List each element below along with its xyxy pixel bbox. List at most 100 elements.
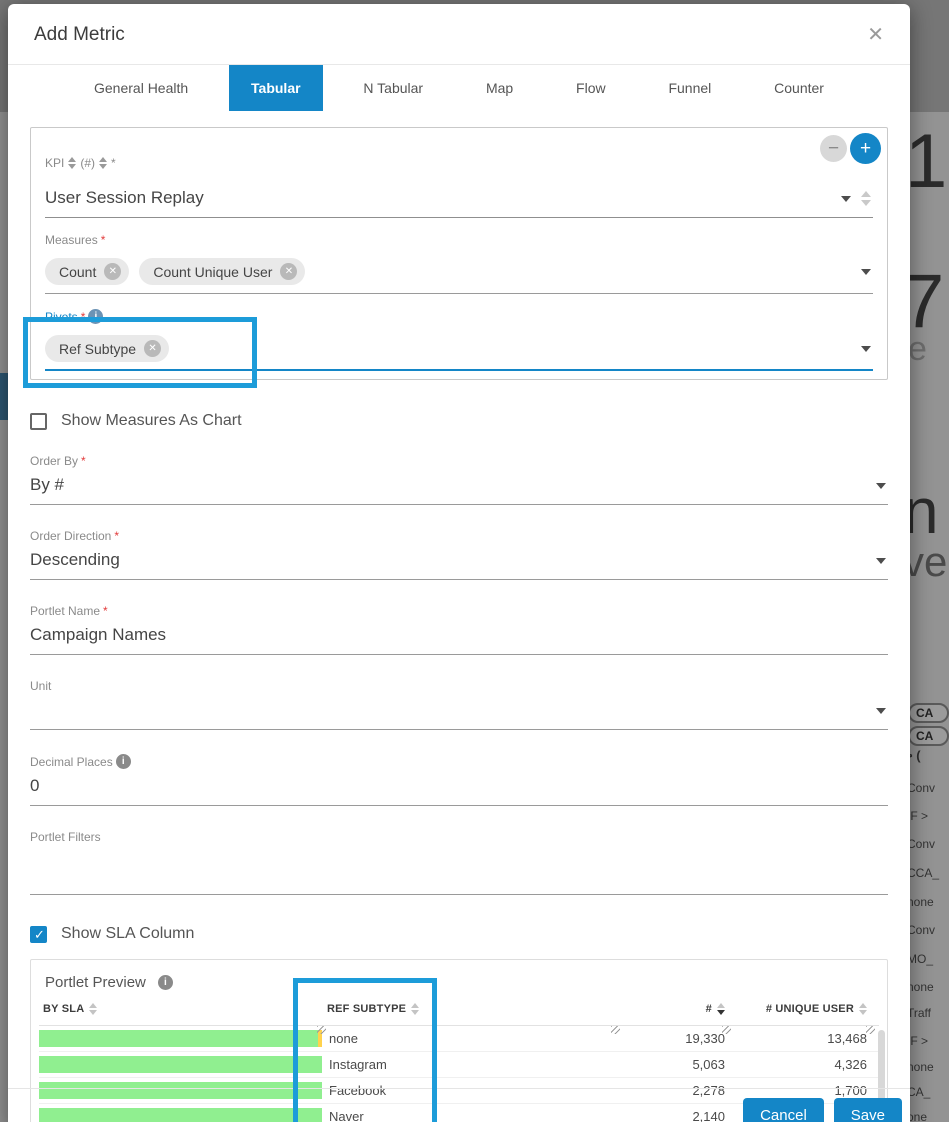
- order-by-select[interactable]: By #: [30, 468, 888, 505]
- backdrop-row-fragment: CCA_: [907, 866, 939, 880]
- column-resize-handle[interactable]: [611, 1026, 620, 1034]
- number-spinner-icon[interactable]: [861, 191, 871, 206]
- chevron-down-icon[interactable]: [861, 346, 871, 352]
- kpi-selected-value: User Session Replay: [45, 188, 204, 209]
- count-cell: 19,330: [617, 1031, 737, 1046]
- decimal-places-input[interactable]: 0: [30, 769, 888, 806]
- order-direction-field: Order Direction* Descending: [30, 529, 888, 580]
- column-header-ref-subtype[interactable]: REF SUBTYPE: [323, 1003, 617, 1015]
- preview-table-header: BY SLA REF SUBTYPE # # UNIQUE USER: [39, 1003, 879, 1026]
- backdrop-row-fragment: Conv: [907, 837, 935, 851]
- info-icon[interactable]: [88, 309, 103, 324]
- chevron-down-icon[interactable]: [876, 483, 886, 489]
- tab-n-tabular[interactable]: N Tabular: [341, 65, 445, 111]
- measures-select[interactable]: Count Count Unique User: [45, 252, 873, 294]
- column-header-by-sla[interactable]: BY SLA: [39, 1003, 323, 1015]
- sort-icon[interactable]: [89, 1003, 97, 1015]
- sort-icon[interactable]: [859, 1003, 867, 1015]
- add-kpi-button[interactable]: +: [850, 133, 881, 164]
- tab-map[interactable]: Map: [464, 65, 535, 111]
- sla-bar: [39, 1056, 322, 1073]
- close-icon[interactable]: ✕: [867, 25, 884, 45]
- kpi-select[interactable]: User Session Replay: [45, 182, 873, 218]
- pivot-chip: Ref Subtype: [45, 335, 169, 362]
- backdrop-row-fragment: none: [907, 980, 934, 994]
- kpi-label: KPI (#) *: [45, 156, 873, 170]
- pivots-label: Pivots *: [45, 309, 873, 324]
- remove-kpi-button[interactable]: −: [820, 135, 847, 162]
- chevron-down-icon[interactable]: [876, 558, 886, 564]
- backdrop-row-fragment: CA_: [907, 1085, 930, 1099]
- backdrop-row-fragment: none: [907, 1060, 934, 1074]
- table-row[interactable]: none 19,330 13,468: [39, 1026, 879, 1052]
- backdrop-row-fragment: Conv: [907, 781, 935, 795]
- tab-bar: General Health Tabular N Tabular Map Flo…: [8, 65, 910, 111]
- chip-remove-icon[interactable]: [280, 263, 297, 280]
- info-icon[interactable]: [116, 754, 131, 769]
- backdrop-row-fragment: none: [907, 895, 934, 909]
- pivots-select[interactable]: Ref Subtype: [45, 329, 873, 371]
- portlet-preview-title: Portlet Preview: [45, 974, 146, 991]
- column-header-unique-user[interactable]: # UNIQUE USER: [737, 1003, 879, 1015]
- order-direction-select[interactable]: Descending: [30, 543, 888, 580]
- dialog-body: − + KPI (#) * User Session Replay Measu: [8, 127, 910, 1122]
- tab-counter[interactable]: Counter: [752, 65, 846, 111]
- unit-select[interactable]: [30, 693, 888, 730]
- backdrop-row-fragment: MO_: [907, 952, 933, 966]
- tab-funnel[interactable]: Funnel: [646, 65, 733, 111]
- ref-subtype-cell: none: [323, 1031, 617, 1046]
- sla-bar: [39, 1030, 322, 1047]
- dialog-title: Add Metric: [34, 24, 125, 46]
- portlet-filters-field: Portlet Filters: [30, 830, 888, 895]
- measures-label: Measures *: [45, 233, 873, 247]
- backdrop-row-fragment: Traff: [907, 1006, 931, 1020]
- dialog-header: Add Metric ✕: [8, 4, 910, 65]
- portlet-name-input[interactable]: Campaign Names: [30, 618, 888, 655]
- chevron-down-icon[interactable]: [841, 196, 851, 202]
- tab-flow[interactable]: Flow: [554, 65, 628, 111]
- backdrop-row-fragment: one: [907, 1110, 927, 1122]
- show-sla-column-checkbox[interactable]: [30, 926, 47, 943]
- backdrop-row-fragment: .F >: [907, 809, 928, 823]
- cancel-button[interactable]: Cancel: [743, 1098, 824, 1122]
- unique-user-cell: 13,468: [737, 1031, 879, 1046]
- tab-tabular[interactable]: Tabular: [229, 65, 323, 111]
- column-header-count[interactable]: #: [617, 1003, 737, 1015]
- portlet-name-field: Portlet Name* Campaign Names: [30, 604, 888, 655]
- chip-remove-icon[interactable]: [144, 340, 161, 357]
- info-icon[interactable]: [158, 975, 173, 990]
- kpi-group-card: − + KPI (#) * User Session Replay Measu: [30, 127, 888, 380]
- measure-chip: Count Unique User: [139, 258, 305, 285]
- show-measures-as-chart-checkbox[interactable]: [30, 413, 47, 430]
- chevron-down-icon[interactable]: [861, 269, 871, 275]
- sort-icon[interactable]: [411, 1003, 419, 1015]
- sort-toggle-icon[interactable]: [99, 157, 107, 169]
- backdrop-chip-fragment: CA: [908, 703, 949, 723]
- unique-user-cell: 4,326: [737, 1057, 879, 1072]
- measure-chip: Count: [45, 258, 129, 285]
- chip-remove-icon[interactable]: [104, 263, 121, 280]
- column-resize-handle[interactable]: [722, 1026, 731, 1034]
- dialog-footer: Cancel Save: [8, 1088, 910, 1122]
- backdrop-big-digit: 1: [905, 118, 947, 205]
- add-metric-dialog: Add Metric ✕ General Health Tabular N Ta…: [8, 4, 910, 1122]
- sort-toggle-icon[interactable]: [68, 157, 76, 169]
- order-by-field: Order By* By #: [30, 454, 888, 505]
- tab-general-health[interactable]: General Health: [72, 65, 210, 111]
- count-cell: 5,063: [617, 1057, 737, 1072]
- decimal-places-field: Decimal Places 0: [30, 754, 888, 806]
- backdrop-chip-fragment: CA: [908, 726, 949, 746]
- save-button[interactable]: Save: [834, 1098, 902, 1122]
- show-measures-as-chart-row: Show Measures As Chart: [30, 412, 888, 430]
- backdrop-row-fragment: .F >: [907, 1034, 928, 1048]
- unit-field: Unit: [30, 679, 888, 730]
- portlet-filters-input[interactable]: [30, 844, 888, 895]
- table-row[interactable]: Instagram 5,063 4,326: [39, 1052, 879, 1078]
- show-sla-column-row: Show SLA Column: [30, 925, 888, 943]
- backdrop-row-fragment: Conv: [907, 923, 935, 937]
- column-resize-handle[interactable]: [866, 1026, 875, 1034]
- column-resize-handle[interactable]: [317, 1026, 326, 1034]
- chevron-down-icon[interactable]: [876, 708, 886, 714]
- backdrop-text-fragment: e: [908, 330, 927, 369]
- sort-desc-icon[interactable]: [717, 1003, 725, 1015]
